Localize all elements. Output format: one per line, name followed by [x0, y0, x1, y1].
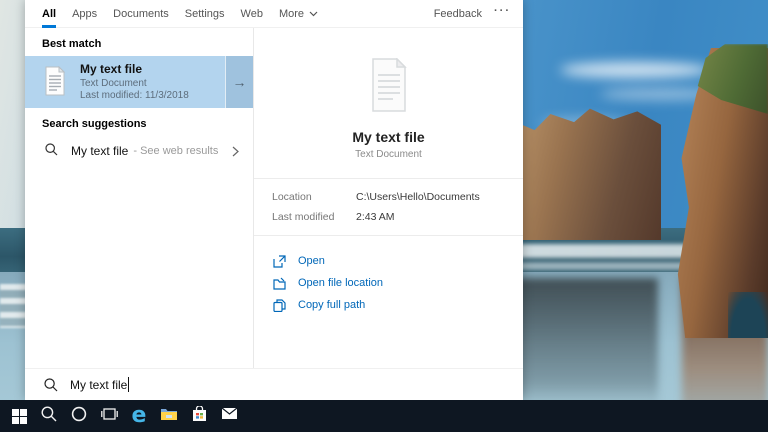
cortana-button[interactable] — [64, 400, 94, 432]
store-icon — [192, 406, 207, 427]
tab-settings[interactable]: Settings — [177, 0, 233, 28]
best-match-result[interactable]: My text file Text Document Last modified… — [25, 56, 253, 108]
file-actions: Open Open file location Copy full path — [254, 236, 523, 316]
wallpaper-reflection — [508, 278, 658, 408]
task-view-button[interactable] — [94, 400, 124, 432]
windows-logo-icon — [12, 409, 27, 424]
modified-value: 2:43 AM — [356, 211, 395, 223]
tab-all[interactable]: All — [34, 0, 64, 28]
folder-icon — [272, 276, 286, 290]
detail-row-location: Location C:\Users\Hello\Documents — [254, 187, 523, 207]
overflow-menu-button[interactable]: ··· — [492, 5, 523, 23]
search-icon — [45, 143, 58, 159]
tab-apps[interactable]: Apps — [64, 0, 105, 28]
mail-icon — [221, 407, 238, 425]
search-icon — [44, 378, 58, 392]
chevron-right-icon — [232, 146, 239, 157]
wallpaper-cloud — [560, 62, 710, 78]
search-input[interactable]: My text file — [25, 368, 523, 400]
text-caret — [128, 377, 129, 392]
open-icon — [272, 254, 286, 268]
preview-pane: My text file Text Document Location C:\U… — [253, 28, 523, 368]
file-explorer-icon — [160, 406, 178, 426]
file-details: Location C:\Users\Hello\Documents Last m… — [254, 178, 523, 236]
text-file-icon — [42, 66, 68, 99]
search-results-column: Best match My text file Text Document La… — [25, 28, 253, 368]
text-file-icon-large — [366, 103, 412, 115]
task-view-icon — [101, 407, 118, 426]
suggestion-query: My text file — [71, 144, 128, 158]
search-suggestions-heading: Search suggestions — [25, 108, 253, 136]
chevron-down-icon — [309, 11, 318, 17]
best-match-type: Text Document — [80, 78, 189, 90]
windows-search-panel: All Apps Documents Settings Web More Fee… — [25, 0, 523, 400]
search-filter-tabbar: All Apps Documents Settings Web More Fee… — [25, 0, 523, 28]
taskbar-search-button[interactable] — [34, 400, 64, 432]
detail-row-modified: Last modified 2:43 AM — [254, 207, 523, 227]
preview-subtitle: Text Document — [254, 149, 523, 160]
suggestion-hint: - See web results — [133, 145, 218, 157]
copy-icon — [272, 298, 286, 312]
mail-button[interactable] — [214, 400, 244, 432]
expand-result-button[interactable]: → — [225, 56, 253, 108]
copy-full-path-action[interactable]: Copy full path — [272, 294, 523, 316]
arrow-right-icon: → — [233, 74, 247, 90]
best-match-heading: Best match — [25, 28, 253, 56]
tab-documents[interactable]: Documents — [105, 0, 177, 28]
store-button[interactable] — [184, 400, 214, 432]
web-suggestion-item[interactable]: My text file - See web results — [25, 136, 253, 166]
edge-button[interactable]: e — [124, 400, 154, 432]
wallpaper-arch — [728, 292, 768, 338]
open-action[interactable]: Open — [272, 250, 523, 272]
file-explorer-button[interactable] — [154, 400, 184, 432]
open-file-location-action[interactable]: Open file location — [272, 272, 523, 294]
tab-more[interactable]: More — [271, 0, 326, 28]
search-icon — [41, 406, 57, 427]
edge-icon: e — [132, 406, 147, 426]
best-match-modified: Last modified: 11/3/2018 — [80, 90, 189, 102]
best-match-title: My text file — [80, 62, 189, 76]
preview-title: My text file — [254, 129, 523, 145]
location-value: C:\Users\Hello\Documents — [356, 191, 480, 203]
cortana-icon — [71, 406, 87, 427]
taskbar: e — [0, 400, 768, 432]
search-input-value: My text file — [70, 378, 127, 392]
start-button[interactable] — [4, 400, 34, 432]
tab-web[interactable]: Web — [233, 0, 271, 28]
feedback-button[interactable]: Feedback — [424, 8, 492, 20]
